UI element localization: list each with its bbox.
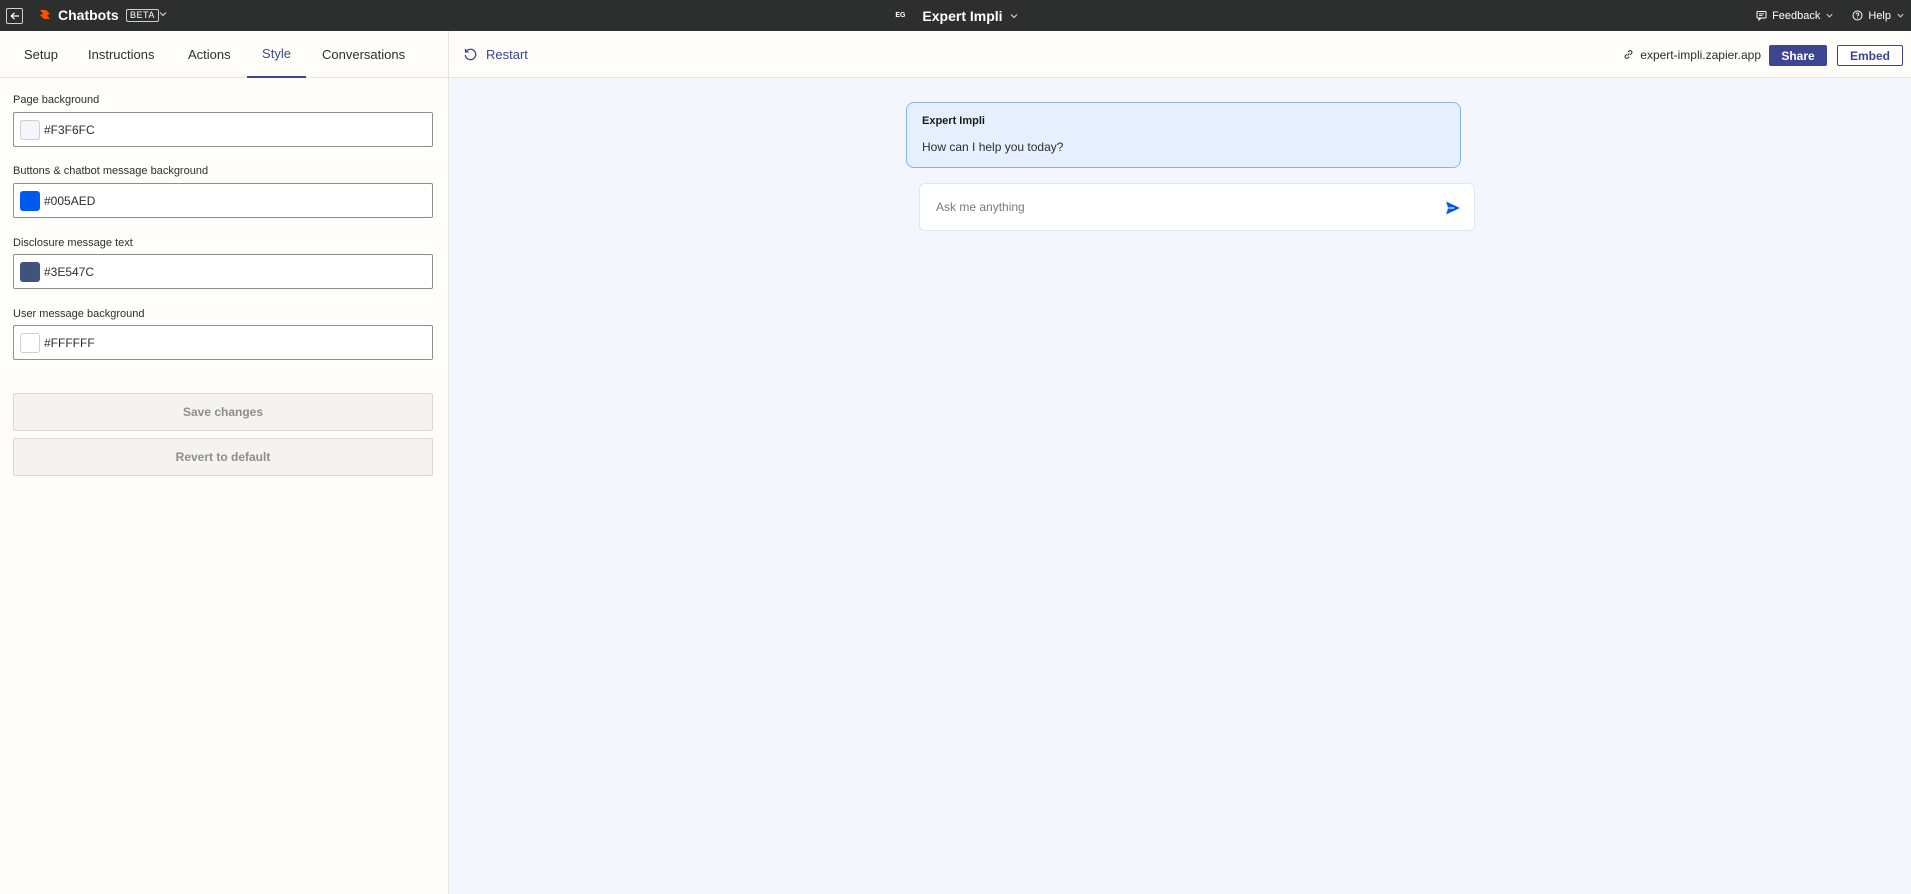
- restart-label: Restart: [486, 47, 528, 62]
- chatbot-message-sender: Expert Impli: [922, 115, 985, 127]
- feedback-menu[interactable]: Feedback: [1756, 10, 1834, 22]
- settings-tabs: Setup Instructions Actions Style Convers…: [0, 31, 449, 78]
- settings-panel: Setup Instructions Actions Style Convers…: [0, 31, 449, 894]
- tab-instructions[interactable]: Instructions: [76, 31, 166, 78]
- feedback-icon: [1756, 11, 1767, 21]
- buttons-background-label: Buttons & chatbot message background: [13, 165, 209, 177]
- tab-setup[interactable]: Setup: [12, 31, 70, 78]
- page-background-label: Page background: [13, 94, 100, 106]
- bot-avatar: EG: [895, 12, 906, 19]
- share-button[interactable]: Share: [1769, 45, 1827, 66]
- color-swatch[interactable]: [20, 120, 40, 140]
- top-bar: Chatbots BETA EG Expert Impli Feedback H…: [0, 0, 1911, 31]
- user-message-background-field[interactable]: [13, 325, 433, 360]
- chatbot-message: Expert Impli How can I help you today?: [906, 102, 1461, 168]
- chevron-down-icon: [1897, 13, 1904, 18]
- save-changes-button[interactable]: Save changes: [13, 393, 433, 431]
- chat-preview: Restart expert-impli.zapier.app Share Em…: [449, 31, 1911, 894]
- revert-to-default-button[interactable]: Revert to default: [13, 438, 433, 476]
- tab-conversations[interactable]: Conversations: [310, 31, 417, 78]
- chatbot-message-text: How can I help you today?: [922, 140, 1064, 154]
- bot-title: Expert Impli: [922, 7, 1003, 24]
- page-background-input[interactable]: [44, 113, 424, 146]
- chatbot-switcher[interactable]: EG Expert Impli: [0, 0, 1911, 31]
- page-background-field[interactable]: [13, 112, 433, 147]
- chevron-down-icon: [1010, 13, 1017, 18]
- chat-input-box[interactable]: [919, 183, 1475, 231]
- help-menu[interactable]: Help: [1852, 10, 1905, 22]
- color-swatch[interactable]: [20, 262, 40, 282]
- link-icon: [1624, 50, 1633, 59]
- public-link-text: expert-impli.zapier.app: [1640, 47, 1761, 62]
- disclosure-text-field[interactable]: [13, 254, 433, 289]
- public-link[interactable]: expert-impli.zapier.app: [1623, 31, 1761, 78]
- message-input[interactable]: [936, 184, 1416, 230]
- color-swatch[interactable]: [20, 333, 40, 353]
- feedback-label: Feedback: [1772, 9, 1821, 22]
- restart-button[interactable]: Restart: [463, 31, 528, 78]
- user-message-background-label: User message background: [13, 308, 145, 320]
- help-circle-icon: [1852, 10, 1863, 21]
- send-icon[interactable]: [1444, 199, 1462, 217]
- user-message-background-input[interactable]: [44, 326, 424, 359]
- tab-actions[interactable]: Actions: [176, 31, 243, 78]
- buttons-background-field[interactable]: [13, 183, 433, 218]
- disclosure-text-input[interactable]: [44, 255, 424, 288]
- preview-header: Restart expert-impli.zapier.app Share Em…: [449, 31, 1911, 78]
- chevron-down-icon: [1826, 13, 1833, 18]
- help-label: Help: [1868, 9, 1891, 22]
- buttons-background-input[interactable]: [44, 184, 424, 217]
- embed-button[interactable]: Embed: [1837, 45, 1903, 66]
- disclosure-text-label: Disclosure message text: [13, 237, 133, 249]
- color-swatch[interactable]: [20, 191, 40, 211]
- restart-icon: [464, 48, 477, 61]
- tab-style[interactable]: Style: [247, 31, 306, 78]
